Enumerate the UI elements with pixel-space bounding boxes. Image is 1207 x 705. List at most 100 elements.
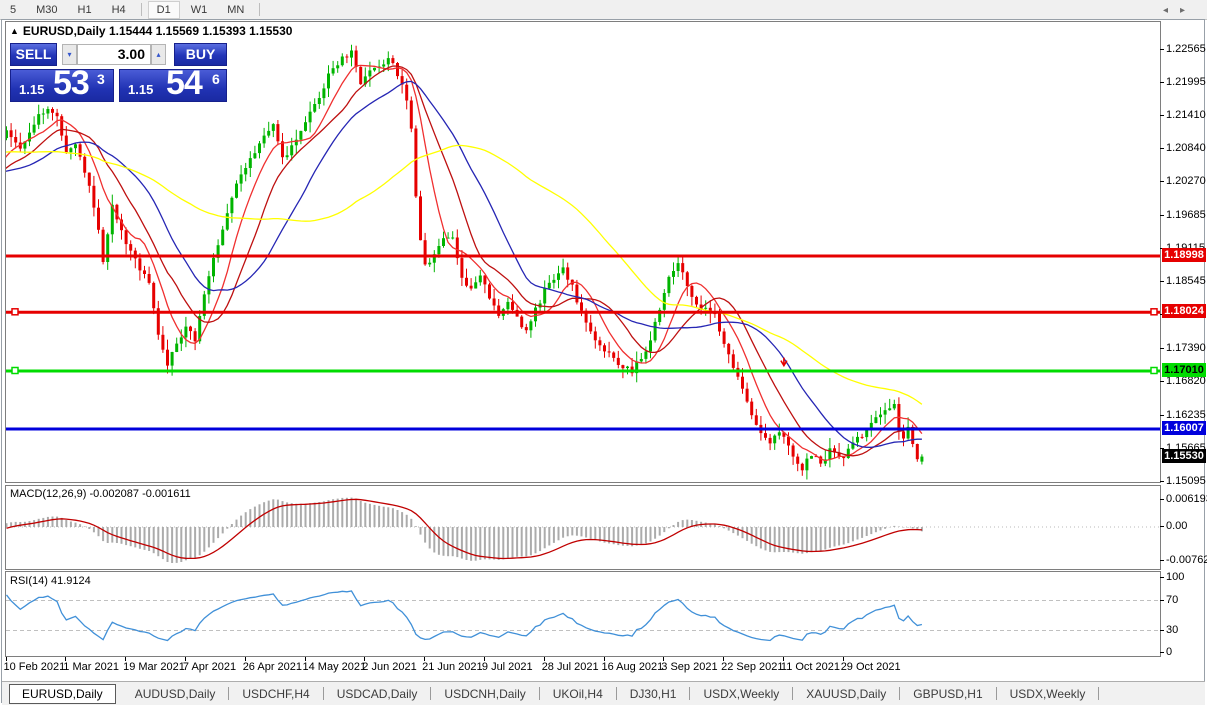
price-axis-tick xyxy=(1160,215,1164,216)
price-axis-tick xyxy=(1160,415,1164,416)
tab-scroll-left-icon[interactable]: ◂ xyxy=(1163,5,1180,16)
date-axis-label: 1 Mar 2021 xyxy=(63,661,119,673)
price-axis-tick xyxy=(1160,281,1164,282)
tab-xauusd-daily[interactable]: XAUUSD,Daily xyxy=(793,687,899,701)
collapse-triangle-icon[interactable]: ▲ xyxy=(10,26,19,36)
timeframe-button-w1[interactable]: W1 xyxy=(182,1,217,19)
price-axis-tick xyxy=(1160,148,1164,149)
price-axis-label: 1.16235 xyxy=(1166,409,1206,422)
rsi-axis-tick xyxy=(1160,577,1164,578)
rsi-axis-tick xyxy=(1160,652,1164,653)
arrow-up-icon: ▴ xyxy=(156,50,160,59)
price-axis-label: 1.20840 xyxy=(1166,142,1206,155)
date-axis-label: 14 May 2021 xyxy=(303,661,367,673)
ohlc-values: EURUSD,Daily 1.15444 1.15569 1.15393 1.1… xyxy=(23,24,293,38)
date-axis-label: 19 Mar 2021 xyxy=(123,661,185,673)
chart-ohlc-title: ▲ EURUSD,Daily 1.15444 1.15569 1.15393 1.… xyxy=(10,24,292,38)
tab-usdx-weekly[interactable]: USDX,Weekly xyxy=(690,687,792,701)
price-axis-tick xyxy=(1160,481,1164,482)
price-axis-label: 1.22565 xyxy=(1166,43,1206,56)
tab-dj30-h1[interactable]: DJ30,H1 xyxy=(617,687,690,701)
buy-price-prefix: 1.15 xyxy=(128,82,153,97)
tab-usdcad-daily[interactable]: USDCAD,Daily xyxy=(324,687,431,701)
timeframe-button-m30[interactable]: M30 xyxy=(27,1,66,19)
date-axis-label: 22 Sep 2021 xyxy=(721,661,783,673)
timeframe-button-d1[interactable]: D1 xyxy=(148,1,180,19)
date-axis-label: 26 Apr 2021 xyxy=(243,661,302,673)
rsi-axis-label: 70 xyxy=(1166,594,1178,607)
date-axis-label: 16 Aug 2021 xyxy=(602,661,664,673)
timeframe-button-h1[interactable]: H1 xyxy=(69,1,101,19)
date-axis-label: 10 Feb 2021 xyxy=(4,661,66,673)
hline-price-label: 1.18998 xyxy=(1162,248,1206,262)
bid-price-label: 1.15530 xyxy=(1162,449,1206,463)
price-axis-tick xyxy=(1160,115,1164,116)
tab-usdchf-h4[interactable]: USDCHF,H4 xyxy=(229,687,322,701)
date-axis-label: 21 Jun 2021 xyxy=(422,661,483,673)
toolbar-separator xyxy=(141,3,142,16)
tab-scroll-right-icon[interactable]: ▸ xyxy=(1180,5,1197,16)
sell-price-prefix: 1.15 xyxy=(19,82,44,97)
tab-bar: EURUSD,Daily AUDUSD,DailyUSDCHF,H4USDCAD,… xyxy=(2,681,1205,705)
date-axis-label: 28 Jul 2021 xyxy=(542,661,599,673)
rsi-axis-label: 100 xyxy=(1166,571,1184,584)
price-axis-label: 1.18545 xyxy=(1166,275,1206,288)
sell-price-digits: 53 xyxy=(53,64,89,103)
price-axis-label: 1.21995 xyxy=(1166,76,1206,89)
macd-axis-tick xyxy=(1160,526,1164,527)
hline-price-label: 1.16007 xyxy=(1162,421,1206,435)
price-axis-label: 1.19685 xyxy=(1166,209,1206,222)
timeframe-toolbar: 5M30H1H4 D1W1MN xyxy=(0,0,1207,20)
tab-scroll-arrows[interactable]: ◂▸ xyxy=(1163,5,1197,16)
volume-input[interactable]: 3.00 xyxy=(77,44,151,65)
trading-terminal: 5M30H1H4 D1W1MN ▲ EURUSD,Daily 1.15444 1.1… xyxy=(0,0,1207,705)
macd-axis-tick xyxy=(1160,560,1164,561)
date-axis-label: 3 Sep 2021 xyxy=(661,661,717,673)
timeframe-button-5[interactable]: 5 xyxy=(1,1,25,19)
tab-eurusd-daily[interactable]: EURUSD,Daily xyxy=(9,684,116,704)
sell-price-pip: 3 xyxy=(97,71,105,87)
rsi-chart xyxy=(6,572,1161,657)
price-axis-label: 1.20270 xyxy=(1166,175,1206,188)
tab-audusd-daily[interactable]: AUDUSD,Daily xyxy=(122,687,229,701)
rsi-pane[interactable] xyxy=(5,571,1161,657)
date-axis-label: 11 Oct 2021 xyxy=(781,661,840,673)
macd-axis-label: 0.00 xyxy=(1166,520,1187,533)
date-axis-label: 7 Apr 2021 xyxy=(183,661,236,673)
rsi-label: RSI(14) 41.9124 xyxy=(10,575,91,587)
date-axis-label: 29 Oct 2021 xyxy=(841,661,901,673)
sell-button[interactable]: SELL xyxy=(10,43,57,66)
timeframe-button-h4[interactable]: H4 xyxy=(103,1,135,19)
volume-decrease-button[interactable]: ▾ xyxy=(62,44,77,65)
price-axis-tick xyxy=(1160,381,1164,382)
timeframe-button-mn[interactable]: MN xyxy=(218,1,253,19)
price-axis-tick xyxy=(1160,82,1164,83)
rsi-axis-tick xyxy=(1160,630,1164,631)
hline-price-label: 1.18024 xyxy=(1162,304,1206,318)
macd-axis-tick xyxy=(1160,499,1164,500)
buy-price-digits: 54 xyxy=(166,64,202,103)
arrow-down-icon: ▾ xyxy=(67,50,71,59)
buy-button[interactable]: BUY xyxy=(174,43,227,66)
price-axis-tick xyxy=(1160,49,1164,50)
volume-increase-button[interactable]: ▴ xyxy=(151,44,166,65)
hline-price-label: 1.17010 xyxy=(1162,363,1206,377)
tab-separator xyxy=(1098,687,1099,700)
macd-axis-label: 0.006193 xyxy=(1166,493,1207,506)
macd-axis-label: -0.00762 xyxy=(1166,554,1207,567)
rsi-axis-label: 0 xyxy=(1166,646,1172,659)
rsi-axis-tick xyxy=(1160,600,1164,601)
sell-price-display[interactable]: 1.15 53 3 xyxy=(10,69,114,102)
tab-gbpusd-h1[interactable]: GBPUSD,H1 xyxy=(900,687,995,701)
tab-ukoil-h4[interactable]: UKOil,H4 xyxy=(540,687,616,701)
date-axis-label: 2 Jun 2021 xyxy=(362,661,416,673)
buy-price-display[interactable]: 1.15 54 6 xyxy=(119,69,227,102)
macd-label: MACD(12,26,9) -0.002087 -0.001611 xyxy=(10,488,191,500)
tab-usdcnh-daily[interactable]: USDCNH,Daily xyxy=(431,687,538,701)
price-axis-tick xyxy=(1160,348,1164,349)
price-axis-label: 1.15095 xyxy=(1166,475,1206,488)
date-axis-label: 9 Jul 2021 xyxy=(482,661,533,673)
tab-usdx-weekly[interactable]: USDX,Weekly xyxy=(997,687,1099,701)
price-axis-tick xyxy=(1160,181,1164,182)
buy-price-pip: 6 xyxy=(212,71,220,87)
